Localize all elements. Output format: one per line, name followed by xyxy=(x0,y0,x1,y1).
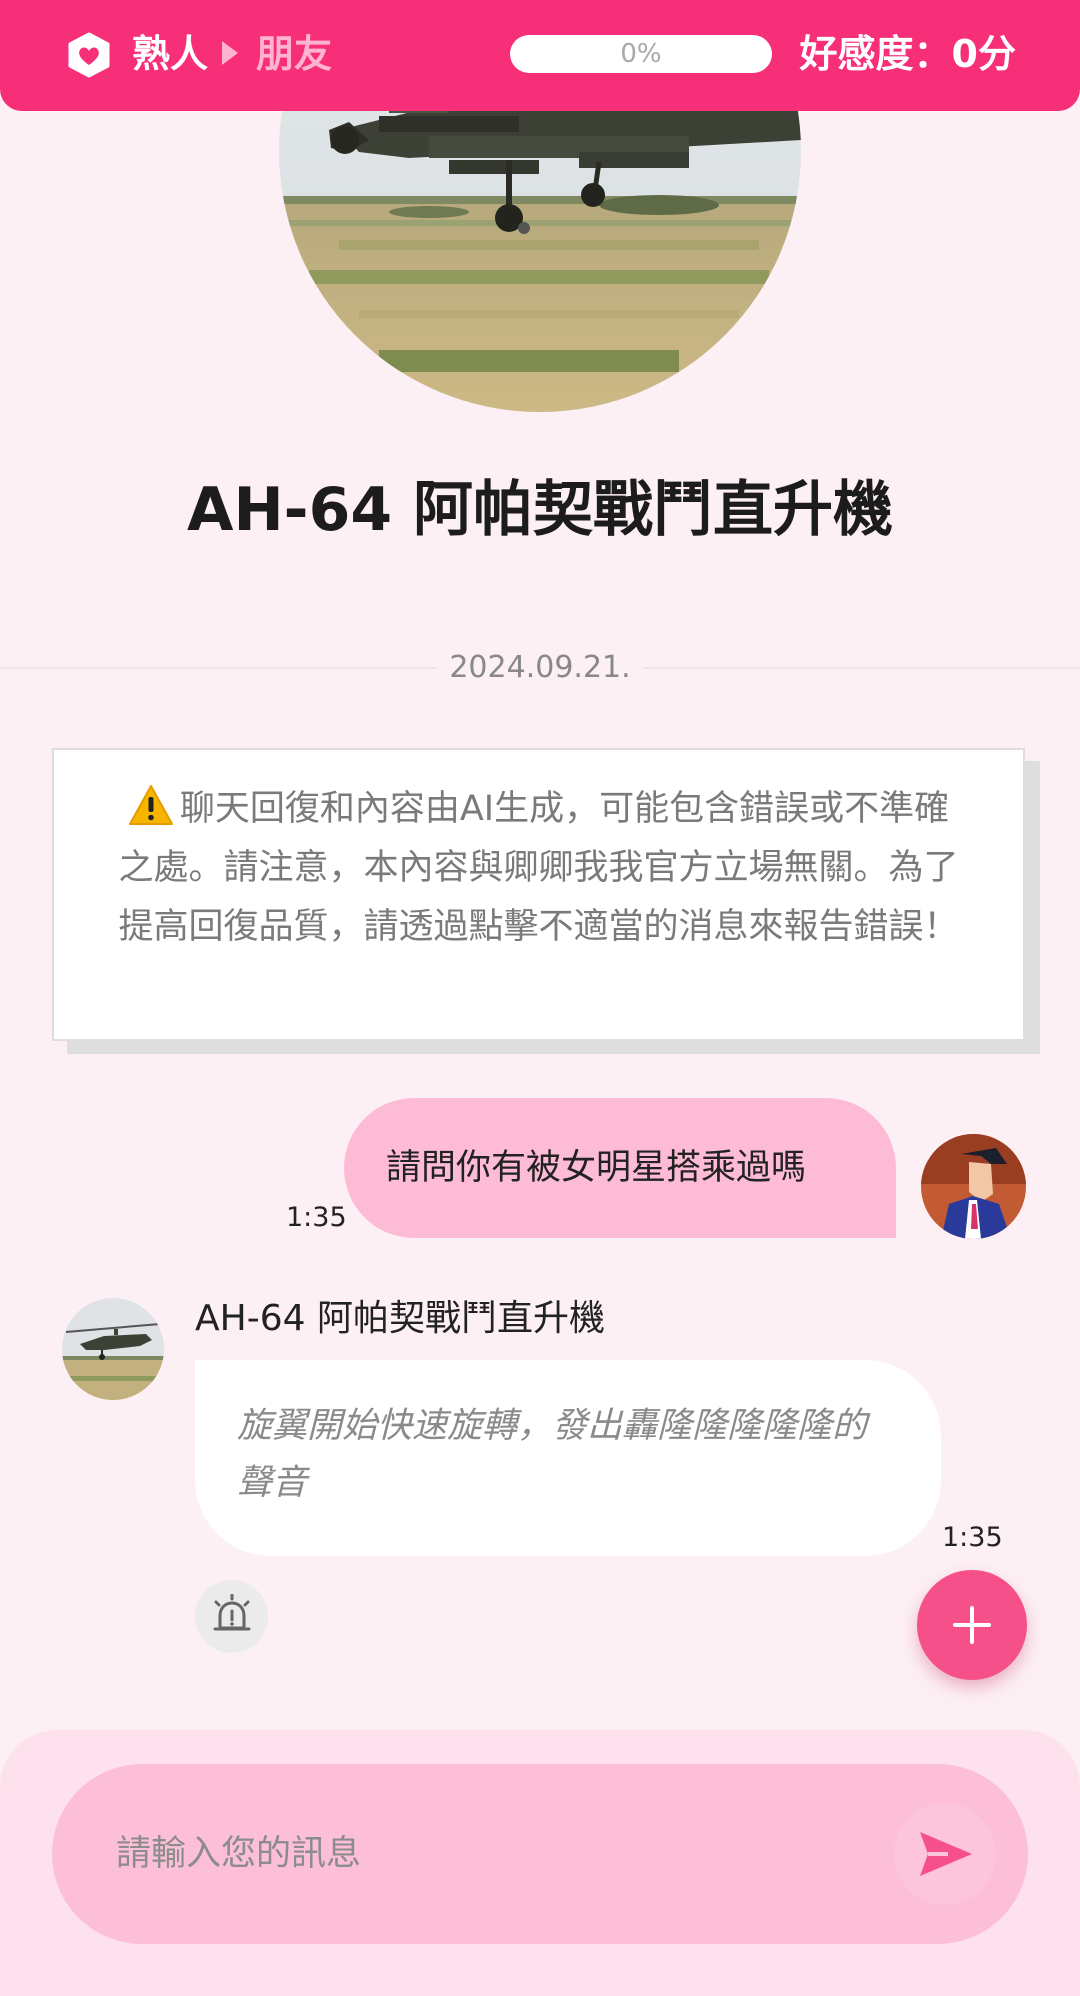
alarm-siren-icon xyxy=(213,1594,251,1631)
disclaimer-text: 聊天回復和內容由AI生成，可能包含錯誤或不準確之處。請注意，本內容與卿卿我我官方… xyxy=(118,789,959,947)
bot-avatar-image xyxy=(62,1298,164,1400)
arrow-right-icon xyxy=(222,41,238,65)
user-message-time: 1:35 xyxy=(286,1202,347,1233)
date-label: 2024.09.21. xyxy=(437,650,643,685)
top-bar: 熟人 朋友 0% 好感度：0分 xyxy=(0,0,1080,111)
user-avatar-image xyxy=(921,1134,1026,1239)
warning-icon xyxy=(128,785,173,825)
character-name-title: AH-64 阿帕契戰鬥直升機 xyxy=(187,475,893,545)
message-input[interactable] xyxy=(52,1764,1028,1944)
heart-shield-icon xyxy=(68,32,110,78)
send-button[interactable] xyxy=(894,1803,996,1905)
date-divider: 2024.09.21. xyxy=(0,645,1080,691)
ai-disclaimer-card: 聊天回復和內容由AI生成，可能包含錯誤或不準確之處。請注意，本內容與卿卿我我官方… xyxy=(52,748,1025,1041)
user-message-bubble[interactable]: 請問你有被女明星搭乘過嗎 xyxy=(344,1098,896,1238)
progress-text: 0% xyxy=(620,39,662,69)
add-button[interactable] xyxy=(917,1570,1027,1680)
affection-score: 好感度：0分 xyxy=(799,32,1016,76)
relationship-current-label: 熟人 xyxy=(132,32,209,76)
bot-message-bubble[interactable]: 旋翼開始快速旋轉，發出轟隆隆隆隆隆的聲音 xyxy=(195,1360,941,1556)
relationship-next-label: 朋友 xyxy=(256,32,333,76)
user-avatar[interactable] xyxy=(921,1134,1026,1239)
bot-name-label: AH-64 阿帕契戰鬥直升機 xyxy=(195,1298,605,1339)
bot-message-time: 1:35 xyxy=(942,1522,1003,1553)
report-message-button[interactable] xyxy=(195,1580,268,1653)
send-arrow-icon xyxy=(920,1832,972,1876)
plus-icon xyxy=(953,1606,991,1644)
affection-progress-bar: 0% xyxy=(510,35,772,73)
bot-avatar[interactable] xyxy=(62,1298,164,1400)
